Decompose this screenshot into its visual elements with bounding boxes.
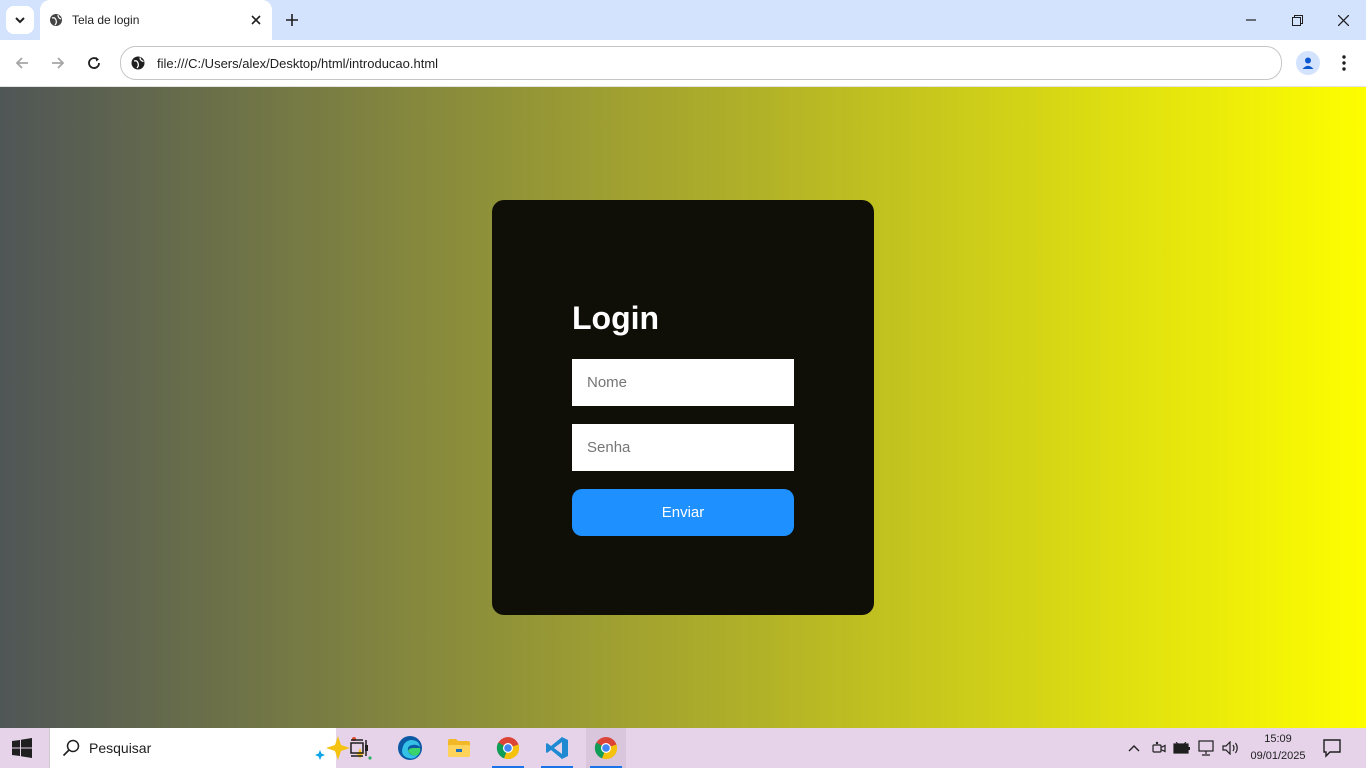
name-input[interactable] — [572, 359, 794, 406]
close-icon — [251, 15, 261, 25]
network-tray[interactable] — [1197, 728, 1217, 768]
browser-tabstrip: Tela de login — [0, 0, 1366, 40]
clock-time: 15:09 — [1264, 733, 1292, 745]
notification-center-icon[interactable] — [1322, 738, 1342, 758]
close-icon — [1337, 14, 1349, 26]
tab-active[interactable]: Tela de login — [40, 0, 272, 40]
chrome-taskbar-icon-1[interactable] — [488, 728, 528, 768]
arrow-left-icon — [15, 57, 28, 69]
volume-icon — [1222, 741, 1238, 755]
search-label: Pesquisar — [89, 740, 152, 756]
show-hidden-icons-button[interactable] — [1126, 728, 1142, 768]
battery-tray[interactable] — [1172, 728, 1192, 768]
task-view-icon — [350, 739, 368, 757]
password-input[interactable] — [572, 424, 794, 471]
profile-button[interactable] — [1296, 51, 1320, 75]
volume-tray[interactable] — [1221, 728, 1241, 768]
windows-taskbar: Pesquisar 15:09 09/01/2025 — [0, 728, 1366, 768]
restore-button[interactable] — [1285, 8, 1309, 32]
taskbar-search[interactable]: Pesquisar — [49, 728, 372, 768]
site-info-icon[interactable] — [130, 55, 146, 71]
person-icon — [1302, 57, 1314, 69]
chrome-icon — [594, 737, 618, 760]
page-background: Login Enviar — [0, 87, 1366, 728]
browser-toolbar: file:///C:/Users/alex/Desktop/html/intro… — [0, 40, 1366, 87]
edge-taskbar-icon[interactable] — [390, 728, 430, 768]
tab-title: Tela de login — [72, 13, 140, 27]
reload-icon — [88, 57, 100, 69]
submit-button[interactable]: Enviar — [572, 489, 794, 536]
globe-icon — [50, 14, 62, 26]
minimize-icon — [1246, 19, 1256, 21]
chrome-taskbar-icon-2[interactable] — [586, 728, 626, 768]
plus-icon — [286, 14, 298, 26]
vscode-icon — [546, 737, 568, 759]
reload-button[interactable] — [82, 51, 106, 75]
forward-button[interactable] — [46, 51, 70, 75]
restore-icon — [1291, 14, 1303, 26]
file-explorer-taskbar-icon[interactable] — [439, 728, 479, 768]
chrome-icon — [496, 737, 520, 760]
window-close-button[interactable] — [1331, 8, 1355, 32]
taskbar-clock[interactable]: 15:09 09/01/2025 — [1240, 731, 1316, 765]
task-view-button[interactable] — [340, 728, 380, 768]
camera-icon — [1152, 741, 1166, 753]
chevron-up-icon — [1128, 745, 1140, 752]
edge-icon — [398, 736, 422, 760]
tab-search-button[interactable] — [6, 6, 34, 34]
tab-close-button[interactable] — [248, 12, 264, 28]
arrow-right-icon — [52, 57, 65, 69]
login-card: Login Enviar — [492, 200, 874, 615]
back-button[interactable] — [10, 51, 34, 75]
browser-menu-button[interactable] — [1332, 51, 1356, 75]
battery-icon — [1173, 742, 1190, 754]
search-icon — [62, 739, 80, 757]
url-text[interactable]: file:///C:/Users/alex/Desktop/html/intro… — [157, 56, 438, 71]
meet-now-tray[interactable] — [1150, 728, 1168, 768]
login-heading: Login — [572, 300, 660, 336]
clock-date: 09/01/2025 — [1250, 750, 1306, 762]
address-bar[interactable]: file:///C:/Users/alex/Desktop/html/intro… — [120, 46, 1282, 80]
new-tab-button[interactable] — [282, 10, 302, 30]
windows-start-icon[interactable] — [12, 738, 32, 758]
more-vert-icon — [1342, 55, 1346, 71]
chevron-down-icon — [15, 17, 25, 24]
folder-icon — [448, 739, 470, 757]
network-icon — [1198, 740, 1214, 756]
minimize-button[interactable] — [1239, 8, 1263, 32]
vscode-taskbar-icon[interactable] — [537, 728, 577, 768]
